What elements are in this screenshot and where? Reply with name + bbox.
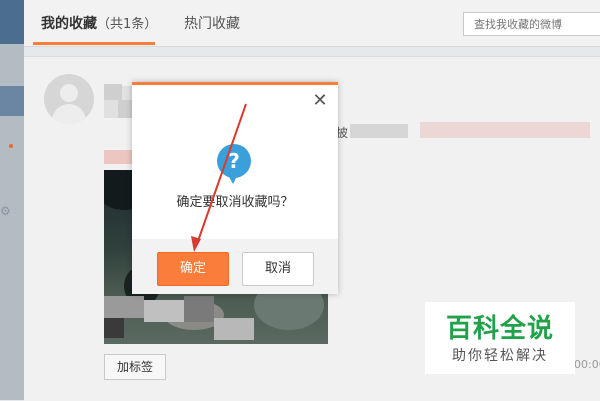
search-box (463, 12, 600, 36)
svg-text:?: ? (228, 149, 240, 173)
notification-dot-icon (9, 144, 13, 148)
tab-my-favorites-label: 我的收藏 (41, 16, 97, 32)
confirm-button[interactable]: 确定 (157, 252, 229, 286)
question-bubble-icon: ? (217, 144, 251, 184)
avatar-head-shape (60, 84, 78, 102)
watermark-subtitle: 助你轻松解决 (452, 348, 548, 364)
side-nav-band (0, 0, 24, 44)
add-tag-button[interactable]: 加标签 (104, 354, 166, 380)
settings-icon[interactable]: ⚙ (0, 204, 11, 218)
baike-watermark: 百科全说 助你轻松解决 (425, 302, 575, 374)
cancel-button[interactable]: 取消 (242, 252, 314, 286)
avatar-body-shape (52, 104, 86, 124)
favorites-header: 我的收藏（共1条） 热门收藏 (24, 0, 600, 47)
post-timestamp-partial: 00:00 (574, 358, 600, 371)
avatar[interactable] (44, 74, 94, 124)
active-tab-indicator (33, 42, 155, 45)
tab-hot-favorites[interactable]: 热门收藏 (184, 15, 240, 33)
tab-my-favorites-count: （共1条） (97, 17, 158, 32)
close-icon[interactable]: ✕ (312, 92, 328, 110)
search-input[interactable] (464, 13, 600, 36)
dialog-message: 确定要取消收藏吗？ (176, 195, 294, 210)
side-nav-band (0, 86, 24, 116)
side-nav-strip: ⚙ (0, 0, 24, 400)
dialog-footer: 确定 取消 (132, 239, 338, 294)
tab-my-favorites[interactable]: 我的收藏（共1条） (41, 15, 157, 34)
watermark-title: 百科全说 (445, 314, 554, 344)
unfavorite-confirm-dialog: ✕ ? 确定要取消收藏吗？ 确定 取消 (132, 82, 338, 294)
